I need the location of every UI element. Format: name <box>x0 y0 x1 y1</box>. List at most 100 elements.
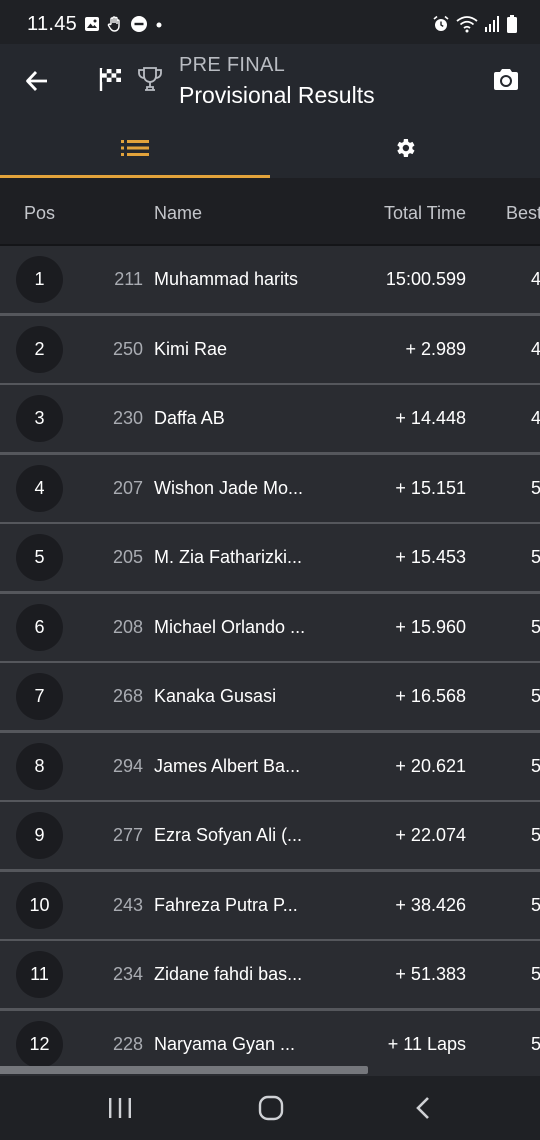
table-row[interactable]: 11 234 Zidane fahdi bas... + 51.383 5 <box>0 941 540 1011</box>
nav-back-button[interactable] <box>393 1090 453 1126</box>
status-bar: 11.45 <box>0 0 540 44</box>
position-badge: 2 <box>16 326 63 373</box>
driver-name: Michael Orlando ... <box>154 617 304 637</box>
best-lap: 4 <box>531 339 540 359</box>
total-time: + 51.383 <box>395 964 466 984</box>
driver-name: Ezra Sofyan Ali (... <box>154 825 303 845</box>
camera-icon <box>494 69 518 90</box>
kart-number: 230 <box>112 408 143 428</box>
minus-circle-icon <box>131 16 147 32</box>
kart-number: 234 <box>112 964 143 984</box>
kart-number: 208 <box>112 617 143 637</box>
total-time: + 38.426 <box>395 895 466 915</box>
driver-name: M. Zia Fatharizki... <box>154 547 303 567</box>
alarm-icon <box>433 15 449 31</box>
wifi-icon <box>456 16 478 33</box>
checkered-flag-icon <box>99 68 121 91</box>
tab-settings[interactable] <box>270 118 540 178</box>
best-lap: 5 <box>531 686 540 706</box>
driver-name: Naryama Gyan ... <box>154 1034 296 1054</box>
position-badge: 9 <box>16 812 63 859</box>
table-row[interactable]: 3 230 Daffa AB + 14.448 4 <box>0 385 540 455</box>
total-time: + 14.448 <box>395 408 466 428</box>
column-header-best[interactable]: Best <box>506 203 540 224</box>
column-header-pos[interactable]: Pos <box>24 203 55 224</box>
position-badge: 4 <box>16 465 63 512</box>
best-lap: 5 <box>531 478 540 498</box>
recents-button[interactable] <box>90 1090 150 1126</box>
table-row[interactable]: 6 208 Michael Orlando ... + 15.960 5 <box>0 594 540 664</box>
position-badge: 5 <box>16 534 63 581</box>
driver-name: Fahreza Putra P... <box>154 895 298 915</box>
column-header-total-time[interactable]: Total Time <box>384 203 466 224</box>
position-badge: 3 <box>16 395 63 442</box>
best-lap: 5 <box>531 756 540 776</box>
system-navigation-bar <box>0 1076 540 1140</box>
home-button[interactable] <box>241 1090 301 1126</box>
status-right-icons <box>432 12 518 36</box>
total-time: 15:00.599 <box>385 269 466 289</box>
arrow-left-icon <box>26 71 47 91</box>
driver-name: Kanaka Gusasi <box>154 686 277 706</box>
total-time: + 15.453 <box>395 547 466 567</box>
total-time: + 16.568 <box>395 686 466 706</box>
kart-number: 228 <box>112 1034 143 1054</box>
kart-number: 205 <box>112 547 143 567</box>
app-bar: PRE FINAL Provisional Results <box>0 44 540 178</box>
driver-name: Zidane fahdi bas... <box>154 964 303 984</box>
total-time: + 15.960 <box>395 617 466 637</box>
position-badge: 11 <box>16 951 63 998</box>
table-row[interactable]: 1 211 Muhammad harits 15:00.599 4 <box>0 246 540 316</box>
battery-icon <box>507 15 517 33</box>
kart-number: 277 <box>112 825 143 845</box>
gallery-icon <box>85 17 99 31</box>
kart-number: 243 <box>112 895 143 915</box>
kart-number: 211 <box>114 269 143 289</box>
table-row[interactable]: 10 243 Fahreza Putra P... + 38.426 5 <box>0 872 540 942</box>
kart-number: 207 <box>112 478 143 498</box>
best-lap: 5 <box>531 1034 540 1054</box>
driver-name: James Albert Ba... <box>154 756 301 776</box>
driver-name: Daffa AB <box>154 408 225 428</box>
column-header-name[interactable]: Name <box>154 203 202 224</box>
results-table[interactable]: 1 211 Muhammad harits 15:00.599 4 2 250 … <box>0 246 540 1076</box>
best-lap: 5 <box>531 547 540 567</box>
table-row[interactable]: 4 207 Wishon Jade Mo... + 15.151 5 <box>0 455 540 525</box>
position-badge: 1 <box>16 256 63 303</box>
position-badge: 6 <box>16 604 63 651</box>
back-button[interactable] <box>18 62 56 100</box>
trophy-icon <box>138 67 162 91</box>
total-time: + 22.074 <box>395 825 466 845</box>
driver-name: Kimi Rae <box>154 339 228 359</box>
camera-button[interactable] <box>490 64 522 96</box>
kart-number: 294 <box>112 756 143 776</box>
tab-results-list[interactable] <box>0 118 270 178</box>
kart-number: 250 <box>112 339 143 359</box>
position-badge: 8 <box>16 743 63 790</box>
best-lap: 4 <box>531 408 540 428</box>
table-row[interactable]: 2 250 Kimi Rae + 2.989 4 <box>0 316 540 386</box>
table-header: Pos Name Total Time Best <box>0 178 540 246</box>
table-row[interactable]: 5 205 M. Zia Fatharizki... + 15.453 5 <box>0 524 540 594</box>
position-badge: 10 <box>16 882 63 929</box>
hand-icon <box>107 16 120 32</box>
table-row[interactable]: 7 268 Kanaka Gusasi + 16.568 5 <box>0 663 540 733</box>
signal-icon <box>485 16 499 32</box>
horizontal-scrollbar[interactable] <box>0 1066 368 1074</box>
status-time: 11.45 <box>27 13 78 35</box>
total-time: + 11 Laps <box>387 1034 466 1054</box>
table-row[interactable]: 9 277 Ezra Sofyan Ali (... + 22.074 5 <box>0 802 540 872</box>
home-icon <box>258 1095 284 1121</box>
recents-icon <box>109 1098 131 1118</box>
total-time: + 15.151 <box>395 478 466 498</box>
nav-back-icon <box>416 1097 429 1119</box>
position-badge: 12 <box>16 1021 63 1068</box>
table-row[interactable]: 8 294 James Albert Ba... + 20.621 5 <box>0 733 540 803</box>
list-icon <box>121 140 149 156</box>
position-badge: 7 <box>16 673 63 720</box>
status-left-icons <box>84 13 164 35</box>
dot-icon <box>156 22 162 28</box>
gear-icon <box>397 139 415 157</box>
page-title: Provisional Results <box>179 82 375 108</box>
best-lap: 5 <box>531 964 540 984</box>
